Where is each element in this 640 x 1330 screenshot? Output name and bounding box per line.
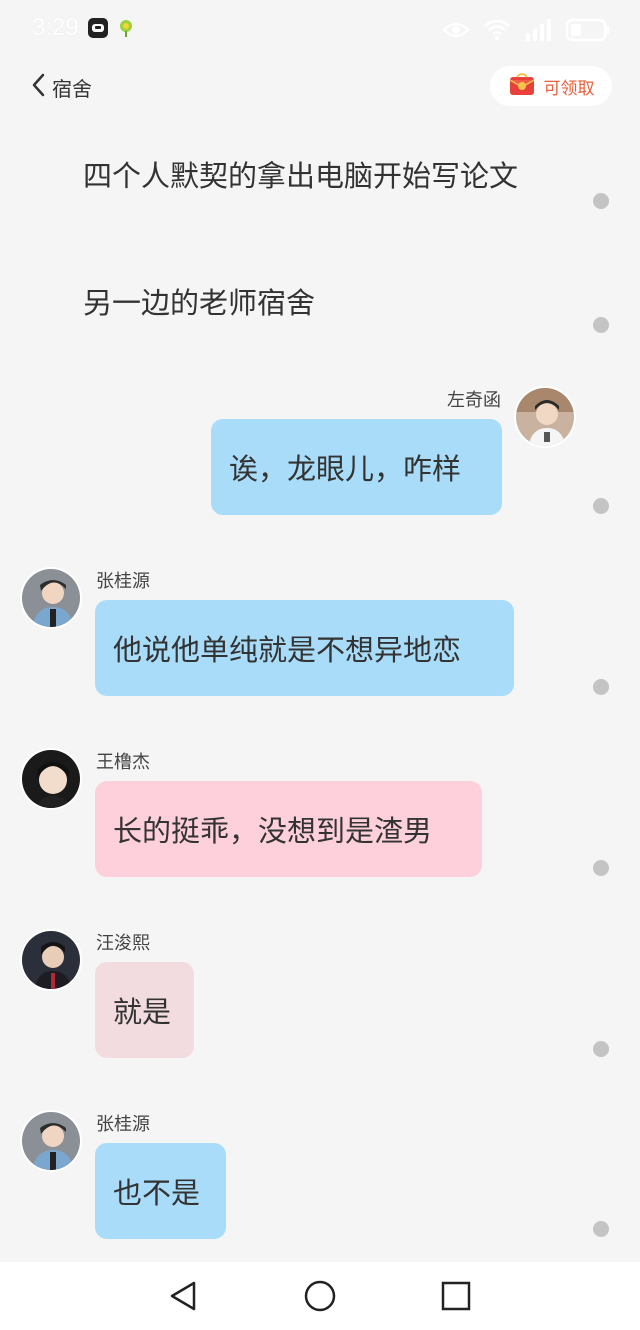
sender-name: 张桂源 [96, 1114, 150, 1135]
claim-label: 可领取 [543, 78, 595, 99]
square-recent-icon[interactable] [439, 1279, 473, 1313]
chat-header: 宿舍 可领取 [0, 60, 640, 116]
wifi-icon [484, 20, 510, 40]
red-envelope-icon [508, 71, 536, 101]
chat-title: 宿舍 [52, 76, 92, 101]
avatar[interactable] [20, 567, 82, 629]
message-bubble: 就是 [95, 962, 194, 1058]
avatar[interactable] [20, 748, 82, 810]
message-status-dot [593, 1041, 609, 1057]
status-time: 3:29 [32, 14, 79, 41]
message-status-dot [593, 679, 609, 695]
sender-name: 王橹杰 [96, 752, 150, 773]
status-bar: 3:29 [0, 0, 640, 60]
eye-icon [442, 21, 470, 39]
avatar[interactable] [20, 1110, 82, 1172]
signal-icon [524, 19, 552, 41]
message-bubble: 诶，龙眼儿，咋样 [211, 419, 502, 515]
sender-name: 左奇函 [447, 390, 501, 411]
circle-home-icon[interactable] [303, 1279, 337, 1313]
message-status-dot [593, 1221, 609, 1237]
sender-name: 汪浚熙 [96, 933, 150, 954]
claim-button[interactable]: 可领取 [490, 66, 612, 106]
sender-name: 张桂源 [96, 571, 150, 592]
narration-text: 另一边的老师宿舍 [83, 286, 316, 320]
avatar[interactable] [514, 386, 576, 448]
app-notification-icon-2 [116, 18, 136, 38]
avatar[interactable] [20, 929, 82, 991]
message-status-dot [593, 498, 609, 514]
message-bubble: 也不是 [95, 1143, 226, 1239]
message-status-dot [593, 193, 609, 209]
battery-icon [566, 18, 610, 42]
message-status-dot [593, 860, 609, 876]
app-notification-icon [88, 18, 108, 38]
message-bubble: 长的挺乖，没想到是渣男 [95, 781, 482, 877]
chevron-left-icon [30, 72, 46, 102]
triangle-back-icon[interactable] [166, 1279, 200, 1313]
message-status-dot [593, 317, 609, 333]
system-navigation-bar [0, 1262, 640, 1330]
back-button[interactable]: 宿舍 [30, 72, 92, 102]
message-bubble: 他说他单纯就是不想异地恋 [95, 600, 514, 696]
narration-text: 四个人默契的拿出电脑开始写论文 [83, 159, 519, 193]
